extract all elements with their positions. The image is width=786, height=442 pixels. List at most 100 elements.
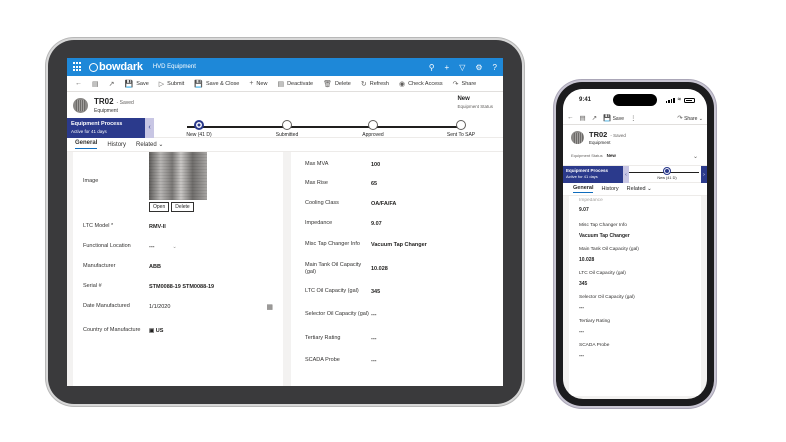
stage-dot-icon (282, 120, 292, 130)
selector-oil-label: Selector Oil Capacity (gal) (305, 311, 369, 318)
delete-image-button[interactable]: Delete (171, 202, 194, 212)
check-access-button[interactable]: ◉ Check Access (394, 80, 448, 88)
help-icon[interactable]: ? (493, 63, 497, 72)
back-button[interactable]: ← (70, 80, 87, 87)
submit-button[interactable]: ▷ Submit (154, 80, 190, 88)
process-flyout[interactable]: Equipment Process Active for 41 days (67, 117, 145, 138)
plus-icon: + (249, 80, 254, 87)
misc-tap-changer-field[interactable]: Vacuum Tap Changer (371, 242, 427, 248)
ltc-oil-label: LTC Oil Capacity (gal) (579, 271, 626, 276)
phone-command-bar: ← ▤ ↗ 💾 Save ⋮ ↷ Share ⌄ (563, 111, 707, 125)
phone-record-header: TR02- Saved Equipment Equipment Status Ne… (563, 125, 707, 165)
process-name: Equipment Process (71, 120, 123, 127)
submit-label: Submit (167, 80, 185, 87)
save-button[interactable]: 💾 Save (120, 80, 154, 88)
new-button[interactable]: + New (244, 80, 272, 87)
tab-history[interactable]: History (107, 142, 126, 148)
process-prev-icon[interactable]: ‹ (623, 166, 629, 183)
scada-probe-field[interactable]: --- (579, 353, 691, 359)
open-image-button[interactable]: Open (149, 202, 170, 212)
stage-new[interactable]: New (41 D) (169, 120, 229, 138)
tab-related[interactable]: Related ⌄ (627, 186, 652, 192)
tablet-screen: bowdark HVD Equipment ⚲ + ▽ ⚙ ? ← ▤ ↗ 💾 S… (67, 58, 503, 386)
selector-oil-field[interactable]: --- (579, 305, 691, 311)
popout-button[interactable]: ↗ (104, 80, 120, 88)
stage-label: Submitted (275, 132, 299, 138)
process-prev-icon[interactable]: ‹ (145, 117, 154, 138)
date-manufactured-field[interactable]: 1/1/2020 (149, 304, 266, 310)
chevron-down-icon[interactable]: ⌄ (173, 244, 177, 250)
serial-field[interactable]: STM0088-19 STM0088-19 (149, 284, 214, 290)
delete-button[interactable]: 🗑 Delete (318, 80, 356, 88)
more-icon[interactable]: ⋮ (630, 114, 637, 122)
max-rise-field[interactable]: 65 (371, 181, 377, 187)
equipment-status-label: Equipment Status (457, 104, 493, 109)
stage-sent-to-sap[interactable]: Sent To SAP (431, 120, 491, 138)
cooling-class-field[interactable]: OA/FA/FA (371, 201, 396, 207)
save-button[interactable]: 💾 Save (603, 114, 624, 122)
max-mva-field[interactable]: 100 (371, 162, 380, 168)
ltc-oil-field[interactable]: 345 (579, 281, 691, 287)
main-tank-oil-field[interactable]: 10.028 (579, 257, 691, 263)
scada-probe-label: SCADA Probe (305, 357, 340, 364)
process-duration: Active for 41 days (71, 128, 107, 134)
refresh-icon: ↻ (360, 80, 367, 88)
refresh-button[interactable]: ↻ Refresh (356, 80, 394, 88)
stage-dot-icon (368, 120, 378, 130)
process-next-icon[interactable]: › (701, 166, 707, 183)
scada-probe-field[interactable]: --- (371, 358, 377, 364)
stage-new[interactable]: New (41 D) (652, 167, 682, 180)
tertiary-rating-field[interactable]: --- (579, 329, 691, 335)
dynamic-island (613, 94, 657, 106)
form-icon[interactable]: ▤ (580, 114, 586, 122)
tertiary-rating-label: Tertiary Rating (305, 335, 341, 342)
impedance-field[interactable]: 9.07 (371, 221, 382, 227)
tab-general[interactable]: General (75, 140, 98, 149)
impedance-field[interactable]: 9.07 (579, 207, 691, 213)
add-icon[interactable]: + (445, 63, 450, 72)
tablet-device: bowdark HVD Equipment ⚲ + ▽ ⚙ ? ← ▤ ↗ 💾 S… (48, 40, 522, 404)
manufacturer-label: Manufacturer (83, 263, 116, 270)
record-avatar (73, 97, 88, 113)
selector-oil-label: Selector Oil Capacity (gal) (579, 295, 635, 300)
business-process-flow: Equipment Process Active for 41 days ‹ N… (67, 117, 503, 138)
popout-icon[interactable]: ↗ (592, 114, 597, 122)
country-field[interactable]: ▣ US (149, 328, 163, 334)
process-flyout[interactable]: Equipment Process Active for 41 days (563, 166, 623, 183)
serial-label: Serial # (83, 283, 102, 290)
tab-related-label: Related (626, 186, 646, 192)
share-icon: ↷ (452, 80, 459, 88)
deactivate-button[interactable]: ▤ Deactivate (272, 80, 318, 88)
tab-general[interactable]: General (573, 185, 594, 193)
filter-icon[interactable]: ▽ (459, 63, 465, 72)
save-status: - Saved (610, 133, 626, 138)
manufacturer-field[interactable]: ABB (149, 264, 161, 270)
settings-icon[interactable]: ⚙ (475, 63, 482, 72)
save-label: Save (612, 115, 624, 122)
calendar-icon[interactable]: ▦ (266, 303, 273, 311)
tertiary-rating-field[interactable]: --- (371, 336, 377, 342)
record-title: TR02 (589, 130, 608, 139)
search-icon[interactable]: ⚲ (429, 63, 435, 72)
stage-label: Approved (362, 132, 384, 138)
functional-location-field[interactable]: --- (149, 244, 155, 250)
back-arrow-icon[interactable]: ← (567, 114, 574, 121)
ltc-oil-field[interactable]: 345 (371, 289, 380, 295)
tab-related[interactable]: Related ⌄ (136, 141, 163, 148)
form-icon-button[interactable]: ▤ (87, 80, 104, 88)
stage-submitted[interactable]: Submitted (257, 120, 317, 138)
save-status: - Saved (116, 99, 134, 106)
app-launcher-icon[interactable] (73, 62, 83, 72)
ltc-model-field[interactable]: RMV-II (149, 224, 166, 230)
stage-approved[interactable]: Approved (343, 120, 403, 138)
share-button[interactable]: ↷ Share (448, 80, 482, 88)
main-tank-oil-field[interactable]: 10.028 (371, 266, 388, 272)
selector-oil-field[interactable]: --- (371, 312, 377, 318)
share-button[interactable]: ↷ Share ⌄ (677, 114, 703, 122)
deactivate-label: Deactivate (287, 80, 314, 87)
chevron-down-icon[interactable]: ⌄ (693, 153, 698, 160)
tab-history[interactable]: History (601, 186, 618, 192)
save-close-button[interactable]: 💾 Save & Close (189, 80, 244, 88)
check-access-icon: ◉ (399, 80, 406, 88)
misc-tap-changer-field[interactable]: Vacuum Tap Changer (579, 233, 691, 239)
